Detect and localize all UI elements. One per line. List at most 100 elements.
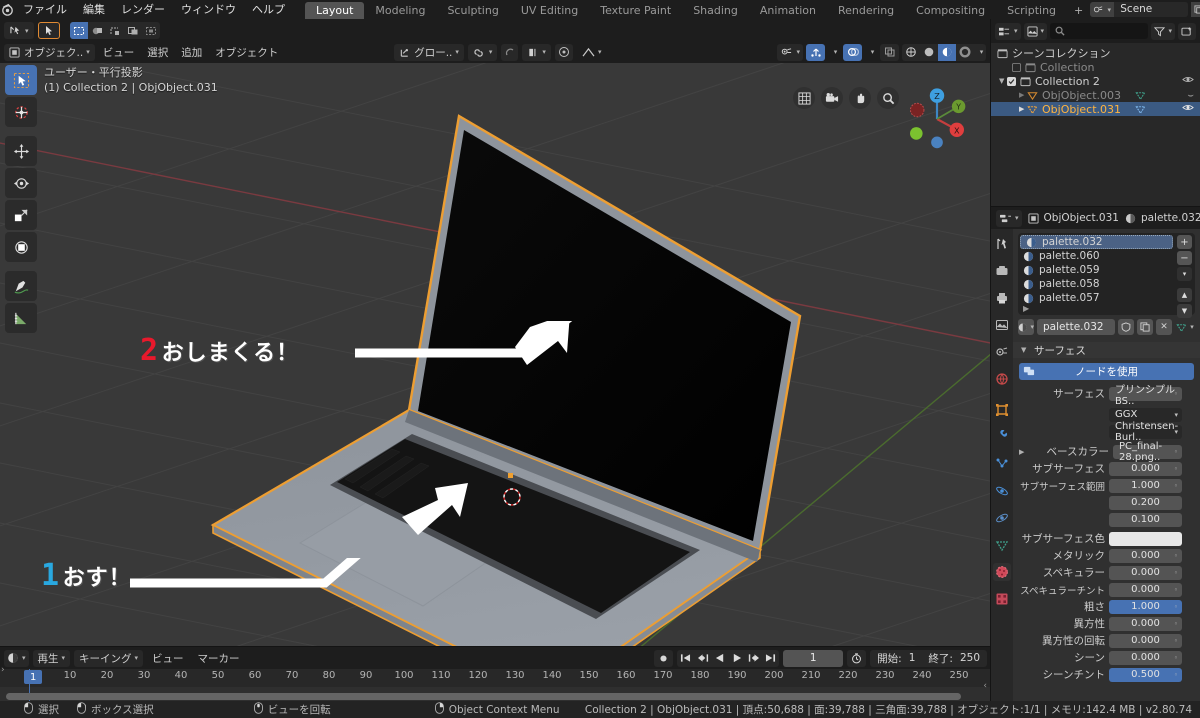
shading-material-preview-icon[interactable] (938, 43, 956, 61)
slot-list-expand-icon[interactable]: ▶ (1023, 304, 1029, 313)
tab-scene[interactable] (993, 343, 1011, 361)
outliner-search-input[interactable] (1050, 23, 1149, 39)
editor-separator-vertical[interactable] (990, 19, 991, 701)
unlink-material-button[interactable]: ✕ (1156, 319, 1172, 335)
toggle-perspective-icon[interactable] (793, 87, 815, 109)
tab-view-layer[interactable] (993, 316, 1011, 334)
tab-sculpting[interactable]: Sculpting (436, 2, 509, 19)
material-slot-list[interactable]: palette.032 palette.060 palette.059 pale… (1018, 233, 1195, 318)
tab-world[interactable] (993, 370, 1011, 388)
tool-scale[interactable] (5, 200, 37, 230)
proportional-edit-toggle[interactable] (501, 43, 519, 61)
shading-wireframe-icon[interactable] (902, 44, 920, 61)
snap-toggle[interactable]: ▾ (467, 43, 498, 61)
previous-keyframe-button[interactable] (694, 650, 711, 667)
subsurface-radius-x-slider[interactable]: 1.000 ◦ (1109, 478, 1182, 493)
tab-render[interactable] (993, 262, 1011, 280)
remove-material-slot-button[interactable]: − (1177, 251, 1192, 265)
gizmo-dropdown[interactable]: ▾ (828, 44, 840, 61)
active-tool-dropdown[interactable]: ▾ (4, 22, 34, 39)
outliner-row-collection[interactable]: Collection (991, 60, 1200, 74)
tab-material[interactable] (993, 563, 1011, 581)
camera-view-icon[interactable] (821, 87, 843, 109)
tab-modifiers[interactable] (993, 428, 1011, 446)
tab-scripting[interactable]: Scripting (996, 2, 1067, 19)
fake-user-button[interactable] (1118, 319, 1134, 335)
properties-editor-type-button[interactable]: ▾ (996, 209, 1022, 227)
tab-add-workspace[interactable]: + (1067, 2, 1090, 19)
tab-output[interactable] (993, 289, 1011, 307)
snap-target-button[interactable] (554, 43, 573, 61)
editor-separator-outliner-props[interactable] (991, 206, 1200, 207)
subsurface-method-dropdown[interactable]: Christensen-Burl.. ▾ (1109, 421, 1182, 443)
timeline-menu-playback[interactable]: 再生 ▾ (32, 649, 71, 667)
timeline-playhead[interactable]: 1 (24, 670, 43, 684)
tab-animation[interactable]: Animation (749, 2, 827, 19)
material-slot-item[interactable]: palette.060 (1018, 249, 1195, 263)
breadcrumb-object-name[interactable]: ObjObject.031 (1044, 212, 1119, 224)
menu-render[interactable]: レンダー (113, 0, 173, 19)
base-color-input[interactable]: PC_final-28.png.. ◦ (1113, 441, 1182, 463)
pivot-point-dropdown[interactable]: ▾ (522, 43, 551, 61)
tab-uv-editing[interactable]: UV Editing (510, 2, 589, 19)
material-specials-menu-button[interactable]: ▾ (1177, 267, 1192, 281)
select-circle-icon[interactable] (88, 22, 106, 39)
tab-particles[interactable] (993, 455, 1011, 473)
new-scene-button[interactable] (1191, 2, 1200, 17)
tool-select-box[interactable] (5, 65, 37, 95)
jump-to-start-button[interactable] (677, 650, 694, 667)
outliner-filter-view-layer[interactable]: ▾ (1023, 22, 1048, 40)
tab-object[interactable] (993, 401, 1011, 419)
editor-mode-dropdown[interactable]: オブジェク.. ▾ (4, 43, 95, 61)
material-name-input[interactable]: palette.032 (1037, 319, 1115, 335)
material-slot-item[interactable]: palette.057 (1018, 291, 1195, 305)
tab-constraints[interactable] (993, 509, 1011, 527)
select-lasso-icon[interactable] (106, 22, 124, 39)
current-frame-field[interactable]: 1 (783, 649, 844, 667)
subsurface-radius-z-slider[interactable]: 0.100 (1109, 512, 1182, 527)
timeline-track-area[interactable]: ‹ › (0, 665, 991, 701)
move-slot-down-button[interactable]: ▼ (1177, 304, 1192, 318)
surface-panel-header[interactable]: ▼ サーフェス (1013, 342, 1200, 358)
shading-solid-icon[interactable] (920, 44, 938, 61)
anisotropic-slider[interactable]: 0.000 ◦ (1109, 616, 1182, 631)
menu-file[interactable]: ファイル (15, 0, 75, 19)
select-box-tool[interactable] (37, 22, 60, 39)
tab-object-data[interactable] (993, 536, 1011, 554)
tool-cursor[interactable] (5, 97, 37, 127)
tab-modeling[interactable]: Modeling (364, 2, 436, 19)
tool-annotate[interactable] (5, 271, 37, 301)
use-preview-range-button[interactable] (847, 649, 867, 667)
timeline-editor-type-button[interactable]: ▾ (4, 649, 29, 667)
select-box-icon[interactable] (69, 22, 88, 39)
start-frame-value[interactable]: 1 (909, 652, 916, 664)
next-keyframe-button[interactable] (745, 650, 762, 667)
disclosure-triangle-icon[interactable]: ▶ (1019, 91, 1027, 99)
surface-shader-dropdown[interactable]: プリンシプルBS.. ◦ (1109, 385, 1182, 407)
metallic-slider[interactable]: 0.000 ◦ (1109, 548, 1182, 563)
shading-rendered-icon[interactable] (956, 44, 974, 61)
frame-range-fields[interactable]: 開始: 1 終了: 250 (870, 649, 987, 667)
outliner-new-collection-button[interactable] (1178, 22, 1196, 40)
sheen-slider[interactable]: 0.000 ◦ (1109, 650, 1182, 665)
auto-keying-toggle[interactable] (654, 649, 674, 667)
falloff-curve-dropdown[interactable]: ▾ (577, 44, 607, 61)
tab-tool[interactable] (993, 235, 1011, 253)
subsurface-slider[interactable]: 0.000 ◦ (1109, 461, 1182, 476)
anisotropic-rotation-slider[interactable]: 0.000 ◦ (1109, 633, 1182, 648)
menu-edit[interactable]: 編集 (75, 0, 113, 19)
material-data-icon[interactable]: ▾ (1175, 319, 1195, 335)
subsurface-radius-y-slider[interactable]: 0.200 (1109, 495, 1182, 510)
timeline-sidebar-toggle-icon[interactable]: ‹ (983, 681, 987, 691)
xray-toggle[interactable] (880, 43, 899, 61)
browse-material-button[interactable]: ▾ (1018, 319, 1034, 335)
3d-viewport[interactable]: ユーザー・平行投影 (1) Collection 2 | ObjObject.0… (0, 63, 991, 647)
specular-slider[interactable]: 0.000 ◦ (1109, 565, 1182, 580)
tab-layout[interactable]: Layout (305, 2, 365, 19)
navigation-gizmo[interactable]: Z Y X (901, 83, 973, 155)
specular-tint-slider[interactable]: 0.000 ◦ (1109, 582, 1182, 597)
overlays-toggle[interactable] (843, 43, 862, 61)
editor-separator-viewport-timeline[interactable] (0, 646, 991, 647)
disclosure-triangle-icon[interactable]: ▼ (999, 77, 1007, 85)
end-frame-value[interactable]: 250 (960, 652, 980, 664)
